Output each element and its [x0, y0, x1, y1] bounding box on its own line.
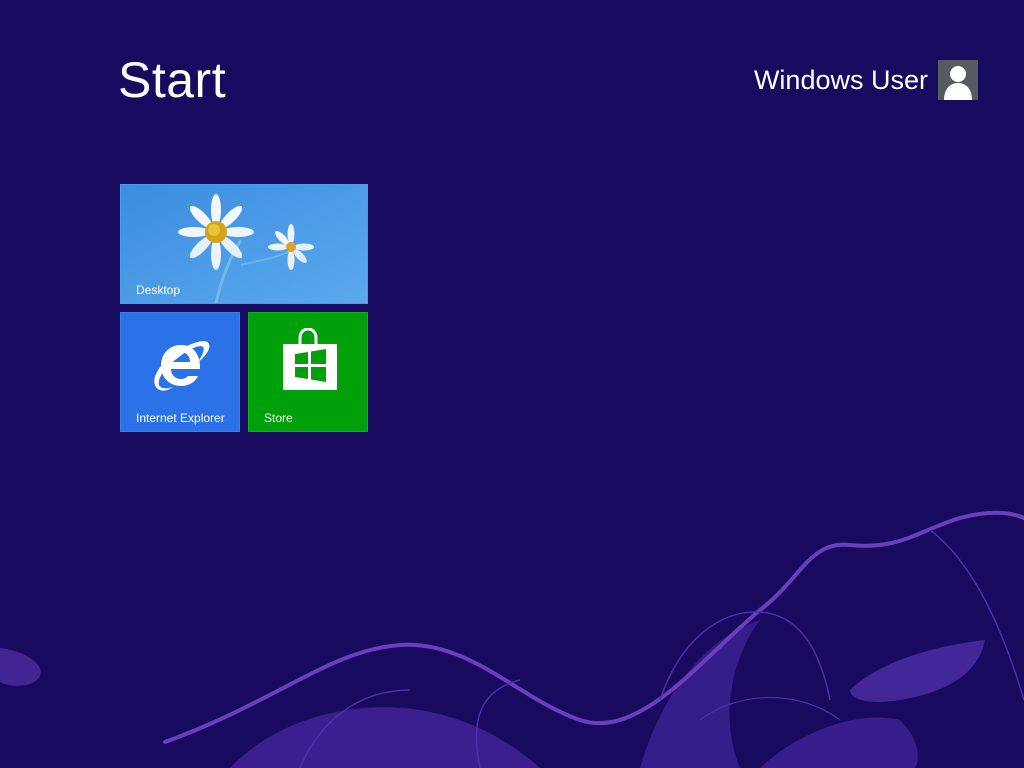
internet-explorer-icon: [154, 341, 210, 391]
user-avatar-icon: [938, 60, 978, 100]
tile-label-store: Store: [264, 411, 293, 425]
tile-desktop[interactable]: Desktop: [120, 184, 368, 304]
tile-store[interactable]: Store: [248, 312, 368, 432]
tile-label-desktop: Desktop: [136, 283, 181, 297]
page-title: Start: [118, 52, 227, 108]
user-name: Windows User: [753, 65, 928, 95]
user-account-button[interactable]: Windows User: [754, 60, 978, 100]
tile-internet-explorer[interactable]: Internet Explorer: [120, 312, 240, 432]
tile-label-internet-explorer: Internet Explorer: [136, 411, 225, 425]
store-bag-icon: [283, 328, 337, 390]
